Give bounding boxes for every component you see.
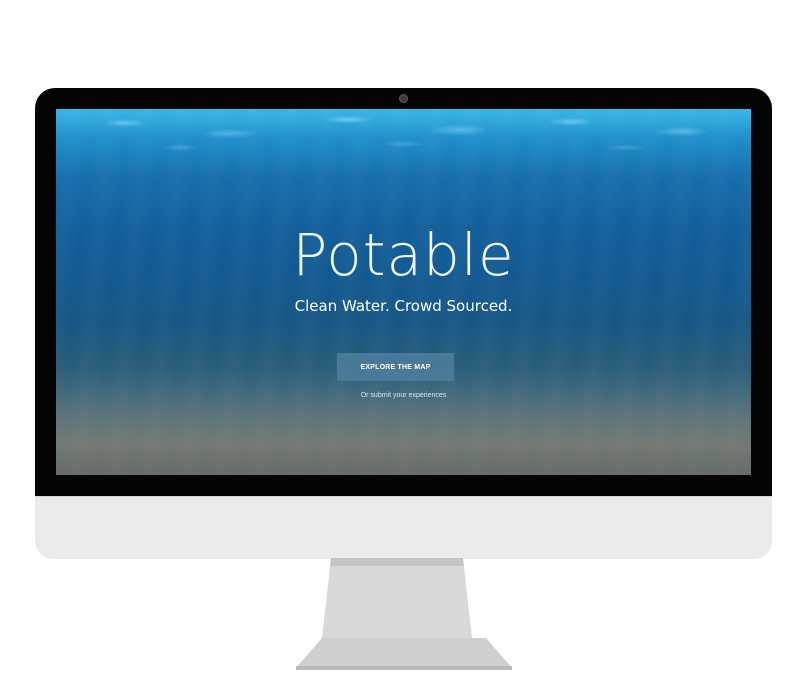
- monitor-stand-base: [296, 638, 512, 668]
- stand-base-edge: [296, 666, 512, 670]
- site-title: Potable: [292, 221, 515, 289]
- webcam-icon: [399, 94, 408, 103]
- monitor-bezel: Potable Clean Water. Crowd Sourced. EXPL…: [35, 88, 772, 496]
- screen: Potable Clean Water. Crowd Sourced. EXPL…: [56, 109, 751, 475]
- monitor-stand-neck: [322, 558, 472, 638]
- stand-neck-shadow: [330, 558, 464, 566]
- explore-map-button[interactable]: EXPLORE THE MAP: [337, 353, 454, 381]
- monitor-chin: [35, 496, 772, 559]
- site-tagline: Clean Water. Crowd Sourced.: [294, 297, 513, 315]
- submit-experiences-link[interactable]: Or submit your experiences: [56, 392, 751, 399]
- monitor-frame: Potable Clean Water. Crowd Sourced. EXPL…: [35, 88, 772, 559]
- hero-section: Potable Clean Water. Crowd Sourced. EXPL…: [56, 109, 751, 475]
